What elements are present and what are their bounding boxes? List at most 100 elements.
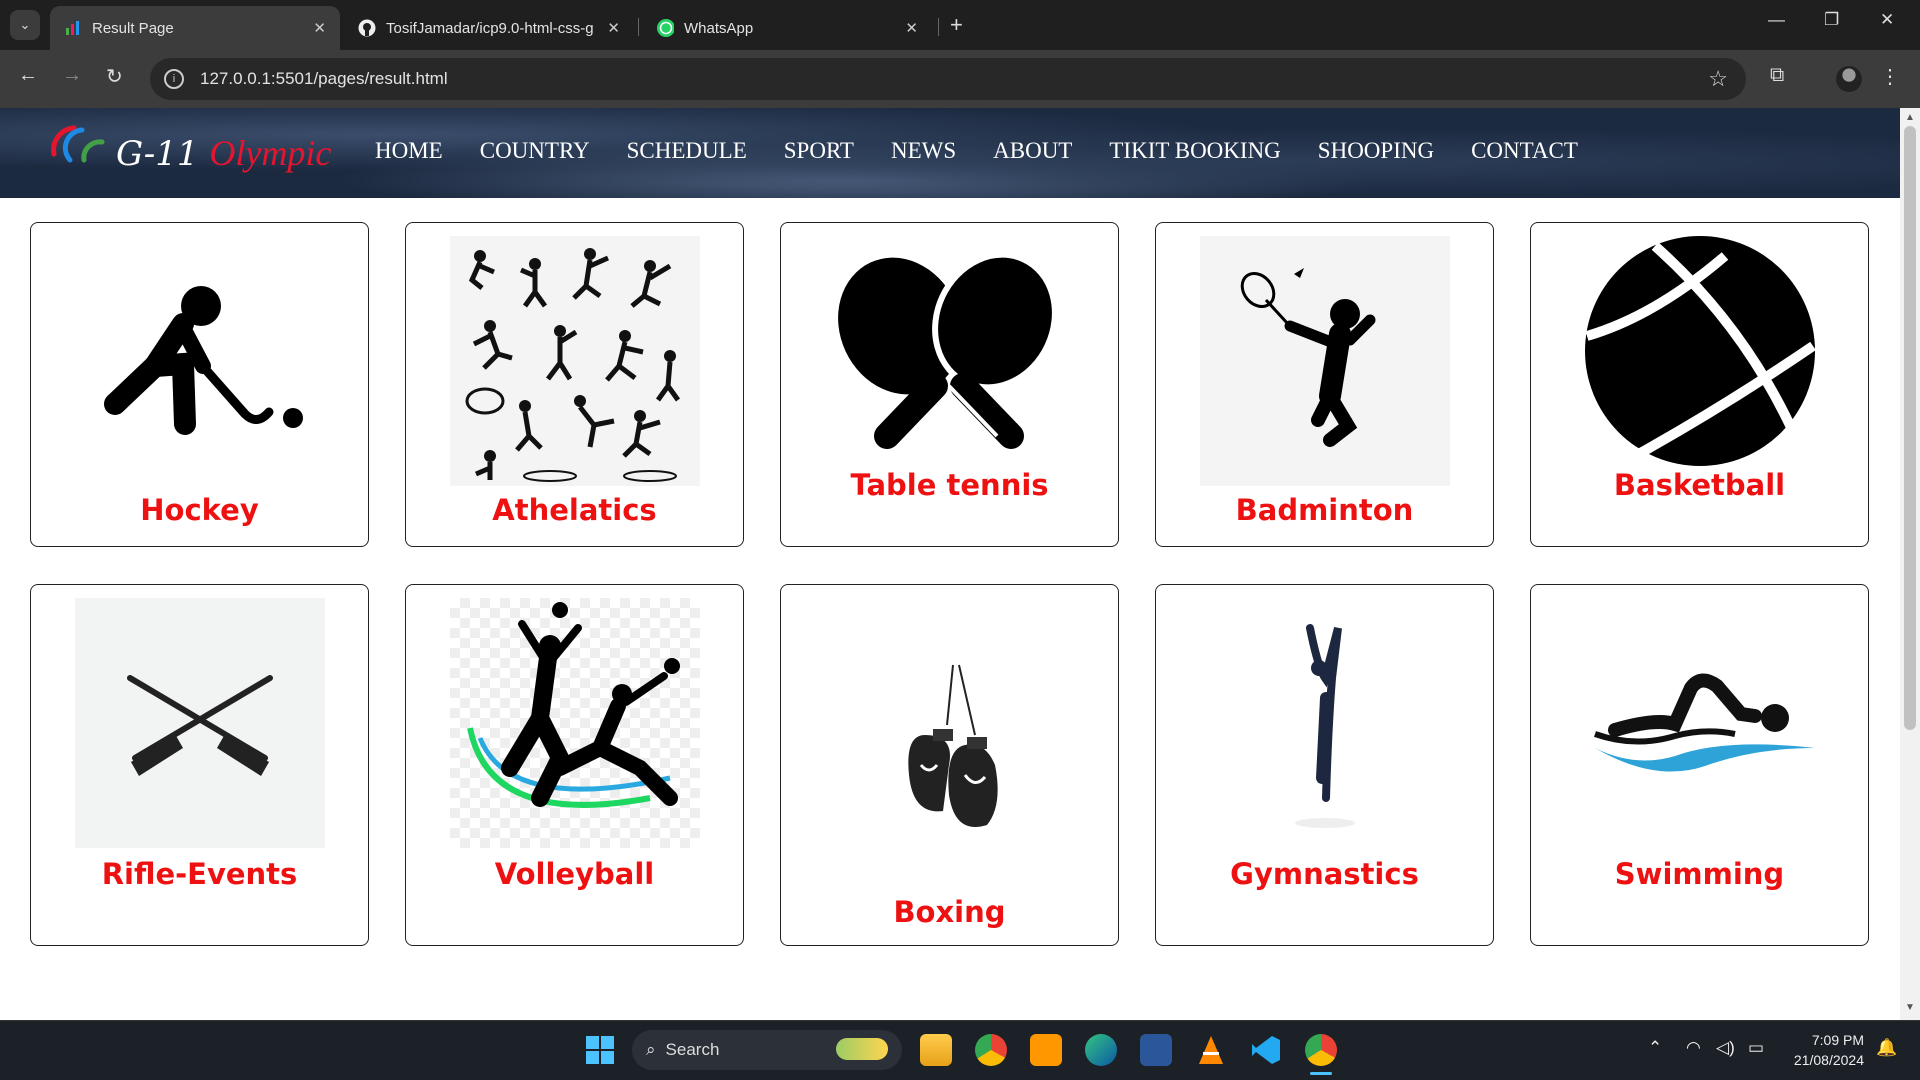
chrome-icon[interactable]	[975, 1034, 1007, 1066]
page-scrollbar-thumb[interactable]	[1904, 126, 1916, 730]
extensions-icon[interactable]: ⧉	[1770, 64, 1784, 87]
hockey-icon	[75, 236, 325, 486]
nav-sport[interactable]: SPORT	[784, 138, 854, 164]
nav-news[interactable]: NEWS	[891, 138, 956, 164]
sublime-text-icon[interactable]	[1030, 1034, 1062, 1066]
nav-home[interactable]: HOME	[375, 138, 443, 164]
sport-label: Rifle-Events	[101, 857, 298, 891]
site-info-icon[interactable]: i	[164, 69, 184, 89]
sport-label: Athelatics	[492, 493, 657, 527]
scroll-up-arrow-icon[interactable]: ▲	[1904, 112, 1916, 124]
active-app-indicator	[1310, 1072, 1332, 1075]
athletics-icon	[449, 236, 700, 486]
windows-start-icon[interactable]	[584, 1034, 616, 1066]
sport-card-basketball[interactable]: Basketball	[1530, 222, 1869, 547]
tab-whatsapp[interactable]: WhatsApp ✕	[642, 6, 932, 50]
sport-label: Volleyball	[494, 857, 655, 891]
profile-avatar[interactable]	[1836, 66, 1862, 92]
gymnastics-icon	[1200, 598, 1450, 848]
taskbar-search-label: Search	[665, 1040, 720, 1059]
basketball-icon	[1575, 236, 1825, 486]
table-tennis-icon	[825, 236, 1075, 486]
reload-icon[interactable]: ↻	[106, 64, 123, 89]
tab-github[interactable]: TosifJamadar/icp9.0-html-css-g ✕	[344, 6, 634, 50]
menu-dots-icon[interactable]: ⋮	[1880, 64, 1900, 89]
chevron-up-icon[interactable]: ⌃	[1648, 1038, 1662, 1058]
main-navigation: HOME COUNTRY SCHEDULE SPORT NEWS ABOUT T…	[375, 138, 1615, 164]
nav-country[interactable]: COUNTRY	[480, 138, 590, 164]
windows-taskbar	[0, 1020, 1920, 1080]
notification-bell-icon[interactable]: 🔔	[1876, 1038, 1897, 1058]
address-bar[interactable]: i 127.0.0.1:5501/pages/result.html ☆	[150, 58, 1746, 100]
vlc-icon[interactable]	[1195, 1034, 1227, 1066]
nav-tikit-booking[interactable]: TIKIT BOOKING	[1109, 138, 1280, 164]
tab-title: WhatsApp	[684, 19, 754, 37]
forward-arrow-icon[interactable]: →	[62, 64, 82, 87]
new-tab-button[interactable]: +	[950, 12, 963, 38]
badminton-icon	[1199, 236, 1450, 486]
nav-contact[interactable]: CONTACT	[1471, 138, 1578, 164]
scroll-down-arrow-icon[interactable]: ▼	[1904, 1002, 1916, 1014]
edge-icon[interactable]	[1085, 1034, 1117, 1066]
close-icon[interactable]: ✕	[607, 19, 620, 37]
taskbar-clock[interactable]: 7:09 PM 21/08/2024	[1784, 1030, 1864, 1070]
search-icon: ⌕	[646, 1040, 656, 1059]
sport-card-swimming[interactable]: Swimming	[1530, 584, 1869, 946]
boxing-gloves-icon	[825, 625, 1075, 875]
sport-card-volleyball[interactable]: Volleyball	[405, 584, 744, 946]
tab-search-button[interactable]: ⌄	[10, 10, 40, 40]
sport-card-badminton[interactable]: Badminton	[1155, 222, 1494, 547]
sport-card-athletics[interactable]: Athelatics	[405, 222, 744, 547]
github-icon	[358, 19, 376, 37]
tab-separator	[938, 18, 939, 36]
search-highlight-icon	[836, 1038, 888, 1060]
site-logo-text[interactable]: G-11 Olympic	[116, 132, 331, 174]
browser-toolbar: ← → ↻ i 127.0.0.1:5501/pages/result.html…	[0, 50, 1920, 108]
sport-label: Badminton	[1235, 493, 1414, 527]
tab-result-page[interactable]: Result Page ✕	[50, 6, 340, 50]
volume-icon[interactable]: ◁)	[1716, 1038, 1735, 1058]
volleyball-icon	[449, 598, 700, 848]
vscode-icon[interactable]	[1250, 1034, 1282, 1066]
logo-suffix: Olympic	[209, 133, 332, 173]
logo-prefix: G-11	[116, 134, 199, 174]
bookmark-star-icon[interactable]: ☆	[1708, 66, 1728, 92]
nav-shooping[interactable]: SHOOPING	[1318, 138, 1434, 164]
nav-schedule[interactable]: SCHEDULE	[627, 138, 747, 164]
url-text[interactable]: 127.0.0.1:5501/pages/result.html	[200, 69, 448, 89]
sport-label: Gymnastics	[1230, 857, 1419, 891]
sport-card-boxing[interactable]: Boxing	[780, 584, 1119, 946]
nav-about[interactable]: ABOUT	[993, 138, 1072, 164]
clock-time: 7:09 PM	[1811, 1032, 1864, 1048]
chrome-active-icon[interactable]	[1305, 1034, 1337, 1066]
file-explorer-icon[interactable]	[920, 1034, 952, 1066]
sport-label: Table tennis	[850, 468, 1049, 502]
sport-card-rifle-events[interactable]: Rifle-Events	[30, 584, 369, 946]
sport-label: Hockey	[140, 493, 259, 527]
sport-card-hockey[interactable]: Hockey	[30, 222, 369, 547]
bar-chart-icon	[64, 19, 82, 37]
tab-title: Result Page	[92, 19, 174, 37]
battery-icon[interactable]: ▭	[1748, 1038, 1764, 1058]
word-icon[interactable]	[1140, 1034, 1172, 1066]
tab-separator	[638, 18, 639, 36]
wifi-icon[interactable]: ◠	[1686, 1038, 1701, 1058]
close-icon[interactable]: ✕	[313, 19, 326, 37]
olympic-logo-icon[interactable]	[48, 120, 116, 166]
swimming-icon	[1575, 598, 1825, 848]
whatsapp-icon	[656, 19, 674, 37]
sport-card-table-tennis[interactable]: Table tennis	[780, 222, 1119, 547]
sport-label: Swimming	[1614, 857, 1785, 891]
clock-date: 21/08/2024	[1793, 1052, 1864, 1068]
window-close-icon[interactable]: ✕	[1880, 10, 1894, 30]
back-arrow-icon[interactable]: ←	[18, 64, 38, 87]
rifle-icon	[74, 598, 325, 848]
browser-tab-strip: ⌄ Result Page ✕ TosifJamadar/icp9.0-html…	[0, 0, 1920, 50]
close-icon[interactable]: ✕	[905, 19, 918, 37]
taskbar-search-box[interactable]: ⌕ Search	[632, 1030, 902, 1070]
sport-label: Boxing	[893, 895, 1006, 929]
sport-card-gymnastics[interactable]: Gymnastics	[1155, 584, 1494, 946]
minimize-icon[interactable]: —	[1768, 10, 1785, 30]
restore-icon[interactable]: ❐	[1824, 10, 1839, 30]
tab-title: TosifJamadar/icp9.0-html-css-g	[386, 19, 594, 37]
